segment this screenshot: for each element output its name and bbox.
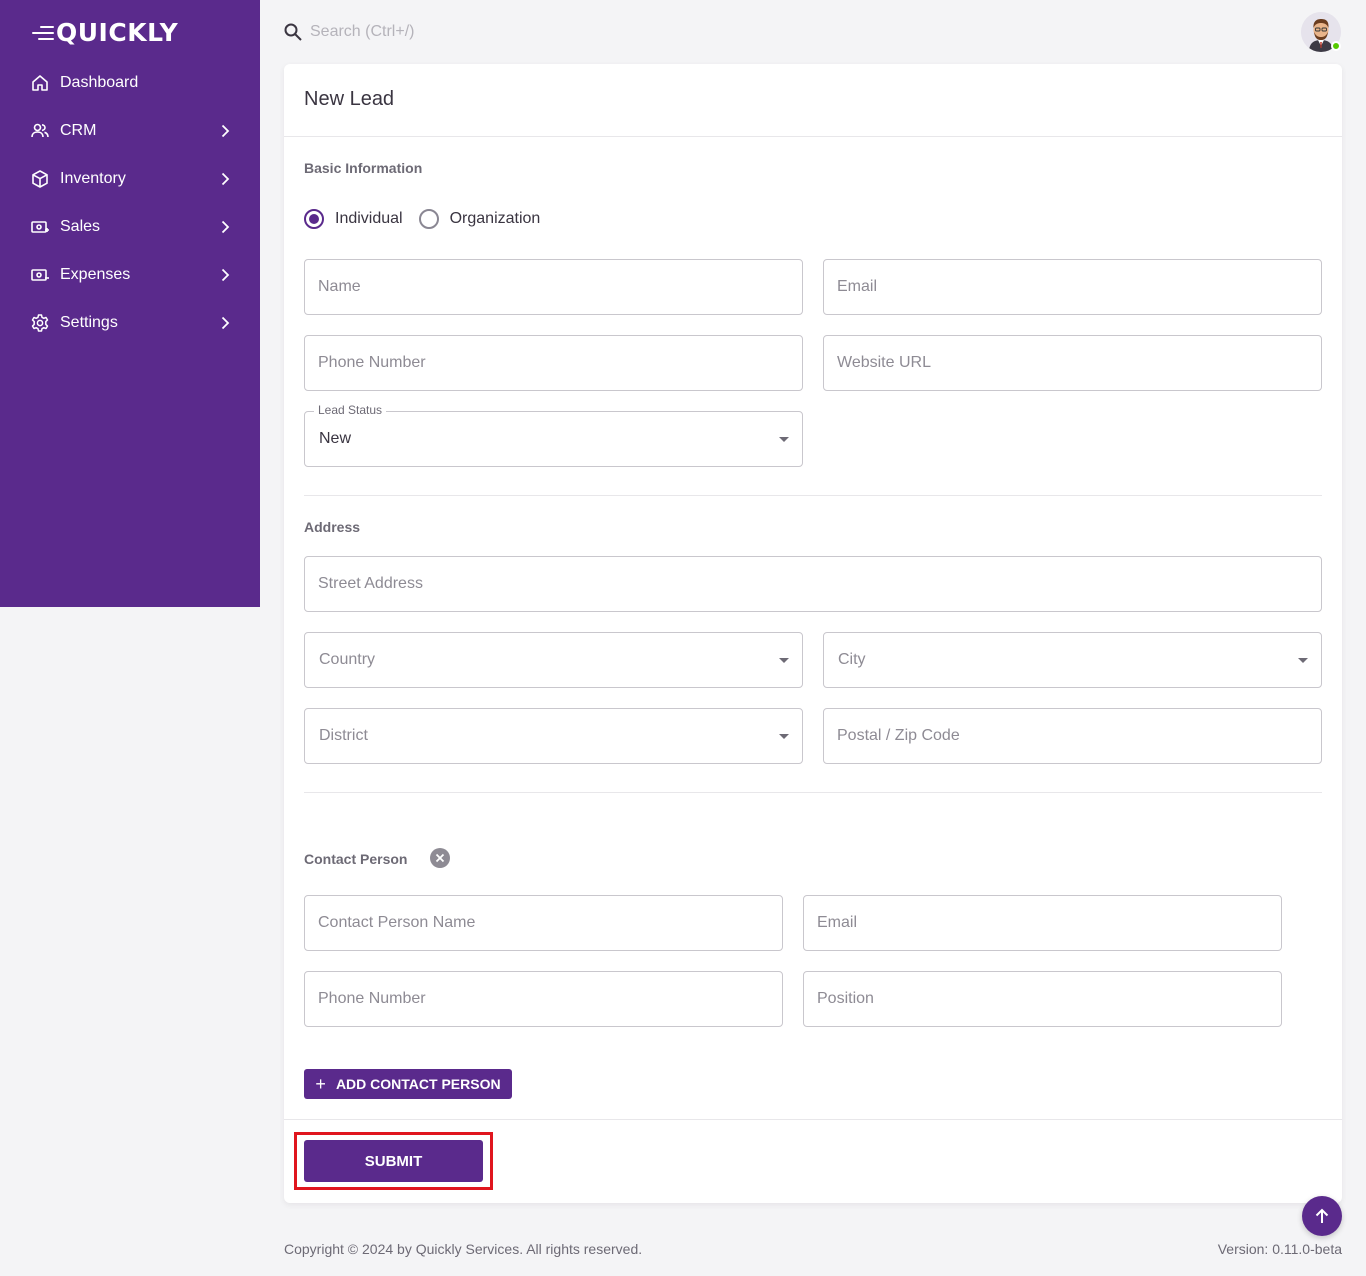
dropdown-arrow-icon bbox=[779, 437, 789, 442]
top-bar bbox=[260, 0, 1366, 64]
add-contact-person-button[interactable]: + ADD CONTACT PERSON bbox=[304, 1069, 512, 1099]
home-icon bbox=[30, 73, 50, 93]
plus-icon: + bbox=[315, 1074, 326, 1094]
section-divider bbox=[304, 495, 1322, 496]
gear-icon bbox=[30, 313, 50, 333]
district-placeholder: District bbox=[319, 727, 368, 744]
basic-information-heading: Basic Information bbox=[304, 160, 423, 176]
logo-text: QUICKLY bbox=[56, 18, 179, 47]
country-placeholder: Country bbox=[319, 651, 376, 668]
postal-code-input[interactable] bbox=[824, 709, 1321, 763]
organization-radio-label[interactable]: Organization bbox=[450, 210, 541, 228]
sidebar-item-label: Inventory bbox=[60, 170, 126, 187]
footer-copyright: Copyright © 2024 by Quickly Services. Al… bbox=[284, 1241, 643, 1257]
sidebar-item-dashboard[interactable]: Dashboard bbox=[0, 59, 260, 107]
actions-divider bbox=[284, 1119, 1342, 1120]
chevron-right-icon bbox=[218, 124, 232, 138]
dropdown-arrow-icon bbox=[779, 734, 789, 739]
section-divider bbox=[304, 792, 1322, 793]
chevron-right-icon bbox=[218, 268, 232, 282]
name-field[interactable] bbox=[304, 259, 803, 315]
contact-email-field[interactable] bbox=[803, 895, 1282, 951]
dropdown-arrow-icon bbox=[1298, 658, 1308, 663]
search-icon[interactable] bbox=[283, 22, 303, 42]
contact-email-input[interactable] bbox=[804, 896, 1281, 950]
city-select[interactable]: City bbox=[823, 632, 1322, 688]
sidebar-item-label: Settings bbox=[60, 314, 118, 331]
street-address-input[interactable] bbox=[305, 557, 1321, 611]
submit-button[interactable]: SUBMIT bbox=[304, 1140, 483, 1182]
chevron-right-icon bbox=[218, 220, 232, 234]
users-icon bbox=[30, 121, 50, 141]
logo-speed-lines bbox=[32, 26, 54, 40]
contact-position-field[interactable] bbox=[803, 971, 1282, 1027]
website-field[interactable] bbox=[823, 335, 1322, 391]
organization-radio[interactable] bbox=[418, 209, 439, 229]
submit-highlight: SUBMIT bbox=[294, 1132, 493, 1190]
name-input[interactable] bbox=[305, 260, 802, 314]
individual-radio-label[interactable]: Individual bbox=[335, 210, 403, 228]
lead-status-value: New bbox=[319, 430, 352, 447]
scroll-to-top-button[interactable] bbox=[1302, 1196, 1342, 1236]
dropdown-arrow-icon bbox=[779, 658, 789, 663]
sidebar: QUICKLY Dashboard CRM Inventory Sales Ex… bbox=[0, 0, 260, 607]
sidebar-item-crm[interactable]: CRM bbox=[0, 107, 260, 155]
chevron-right-icon bbox=[218, 316, 232, 330]
contact-position-input[interactable] bbox=[804, 972, 1281, 1026]
website-input[interactable] bbox=[824, 336, 1321, 390]
sidebar-item-label: Sales bbox=[60, 218, 101, 235]
search-input[interactable] bbox=[310, 18, 710, 46]
sidebar-item-sales[interactable]: Sales bbox=[0, 203, 260, 251]
address-heading: Address bbox=[304, 519, 361, 535]
postal-code-field[interactable] bbox=[823, 708, 1322, 764]
app-logo[interactable]: QUICKLY bbox=[32, 18, 178, 48]
individual-radio[interactable] bbox=[304, 209, 324, 229]
country-select[interactable]: Country bbox=[304, 632, 803, 688]
sidebar-item-expenses[interactable]: Expenses bbox=[0, 251, 260, 299]
contact-person-heading: Contact Person bbox=[304, 851, 408, 867]
new-lead-card: New Lead Basic Information Individual Or… bbox=[284, 64, 1342, 1203]
sidebar-nav: Dashboard CRM Inventory Sales Expenses S… bbox=[0, 59, 260, 347]
email-input[interactable] bbox=[824, 260, 1321, 314]
city-placeholder: City bbox=[838, 651, 866, 668]
sales-icon bbox=[30, 217, 50, 237]
remove-contact-icon[interactable] bbox=[430, 848, 450, 868]
contact-person-name-input[interactable] bbox=[305, 896, 782, 950]
lead-type-radio-group: Individual Organization bbox=[304, 207, 556, 231]
online-status-dot bbox=[1331, 41, 1341, 51]
phone-input[interactable] bbox=[305, 336, 802, 390]
email-field[interactable] bbox=[823, 259, 1322, 315]
contact-person-name-field[interactable] bbox=[304, 895, 783, 951]
sidebar-item-label: Dashboard bbox=[60, 74, 139, 91]
district-select[interactable]: District bbox=[304, 708, 803, 764]
sidebar-item-label: Expenses bbox=[60, 266, 131, 283]
sidebar-item-label: CRM bbox=[60, 122, 97, 139]
sidebar-item-inventory[interactable]: Inventory bbox=[0, 155, 260, 203]
contact-phone-field[interactable] bbox=[304, 971, 783, 1027]
sidebar-item-settings[interactable]: Settings bbox=[0, 299, 260, 347]
lead-status-label: Lead Status bbox=[314, 403, 387, 417]
contact-phone-input[interactable] bbox=[305, 972, 782, 1026]
footer-version: Version: 0.11.0-beta bbox=[1217, 1241, 1342, 1257]
expenses-icon bbox=[30, 265, 50, 285]
chevron-right-icon bbox=[218, 172, 232, 186]
page-title: New Lead bbox=[304, 88, 395, 110]
box-icon bbox=[30, 169, 50, 189]
phone-field[interactable] bbox=[304, 335, 803, 391]
street-address-field[interactable] bbox=[304, 556, 1322, 612]
header-divider bbox=[284, 136, 1342, 137]
lead-status-select[interactable]: Lead Status New bbox=[304, 403, 803, 467]
add-contact-person-label: ADD CONTACT PERSON bbox=[335, 1076, 501, 1092]
